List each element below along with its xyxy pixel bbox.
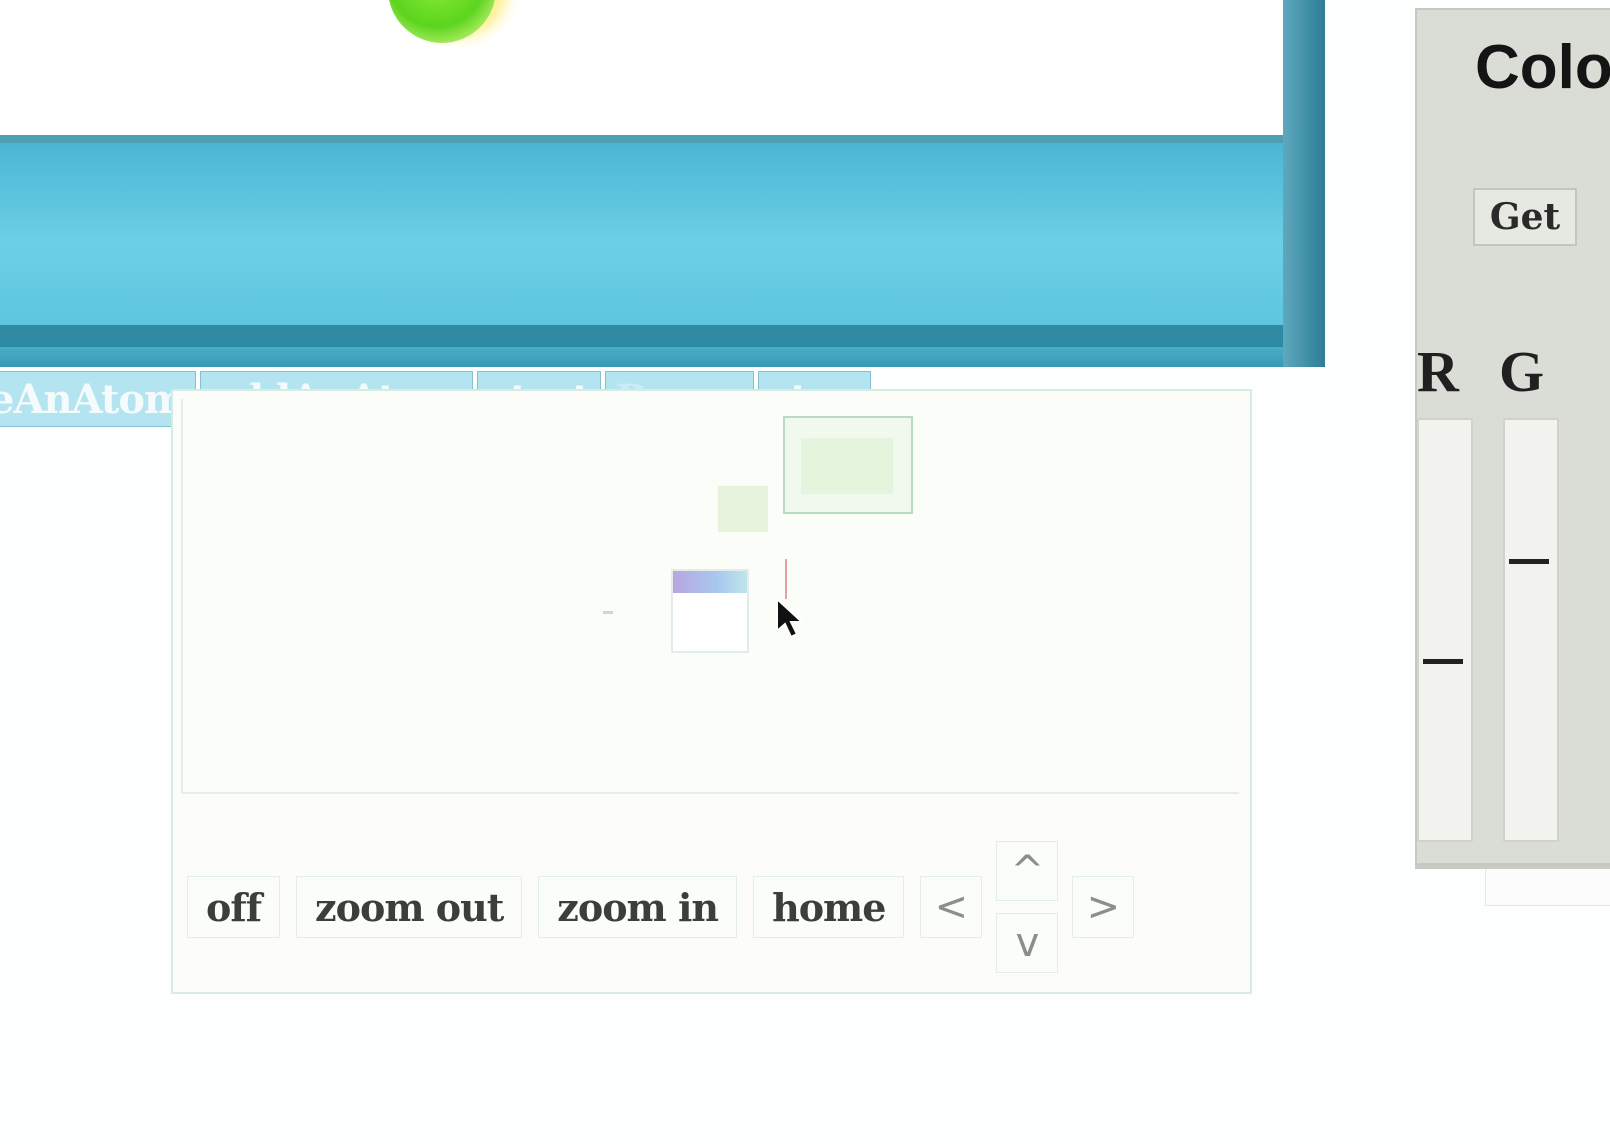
color-panel-shadow [1485, 865, 1610, 906]
green-atom[interactable] [388, 0, 496, 43]
home-button[interactable]: home [753, 876, 905, 938]
mini-green-square [718, 486, 768, 532]
world-window: eAnAtom addAnAtom start Pause stop [0, 0, 1325, 427]
mini-red-marker [785, 559, 787, 599]
desktop: eAnAtom addAnAtom start Pause stop [0, 0, 1610, 1144]
mini-window-titlebar [673, 571, 747, 593]
mini-world-thumbnail-inner [801, 438, 893, 494]
remove-atom-button[interactable]: eAnAtom [0, 371, 197, 427]
pan-left-button[interactable]: < [920, 876, 983, 938]
pan-vertical-buttons: ^ v [996, 841, 1059, 973]
color-panel-title: Colo [1475, 33, 1610, 102]
navigator-controls: off zoom out zoom in home < ^ v > [187, 841, 1148, 973]
mini-world-thumbnail [783, 416, 913, 514]
mini-dash [603, 611, 613, 614]
get-color-button[interactable]: Get [1473, 188, 1577, 246]
world-window-right-edge [1283, 0, 1325, 367]
zoom-in-button[interactable]: zoom in [538, 876, 738, 938]
cursor-icon [776, 597, 805, 639]
green-channel-slider[interactable] [1503, 418, 1559, 842]
navigator-panel: off zoom out zoom in home < ^ v > [171, 389, 1252, 994]
pan-right-button[interactable]: > [1072, 876, 1135, 938]
navigator-viewport[interactable] [181, 399, 1239, 794]
mini-window-thumbnail [671, 569, 749, 653]
red-channel-label: R [1417, 339, 1459, 404]
green-channel-label: G [1499, 339, 1545, 404]
world-window-bottom-edge [0, 325, 1325, 347]
off-button[interactable]: off [187, 876, 281, 938]
red-channel-slider[interactable] [1417, 418, 1473, 842]
color-panel: Colo Get R G [1415, 8, 1610, 865]
green-channel-thumb[interactable] [1509, 559, 1549, 564]
red-channel-thumb[interactable] [1423, 659, 1463, 664]
pan-up-button[interactable]: ^ [996, 841, 1059, 901]
pan-down-button[interactable]: v [996, 913, 1059, 973]
zoom-out-button[interactable]: zoom out [296, 876, 523, 938]
world-canvas[interactable] [0, 0, 1283, 135]
